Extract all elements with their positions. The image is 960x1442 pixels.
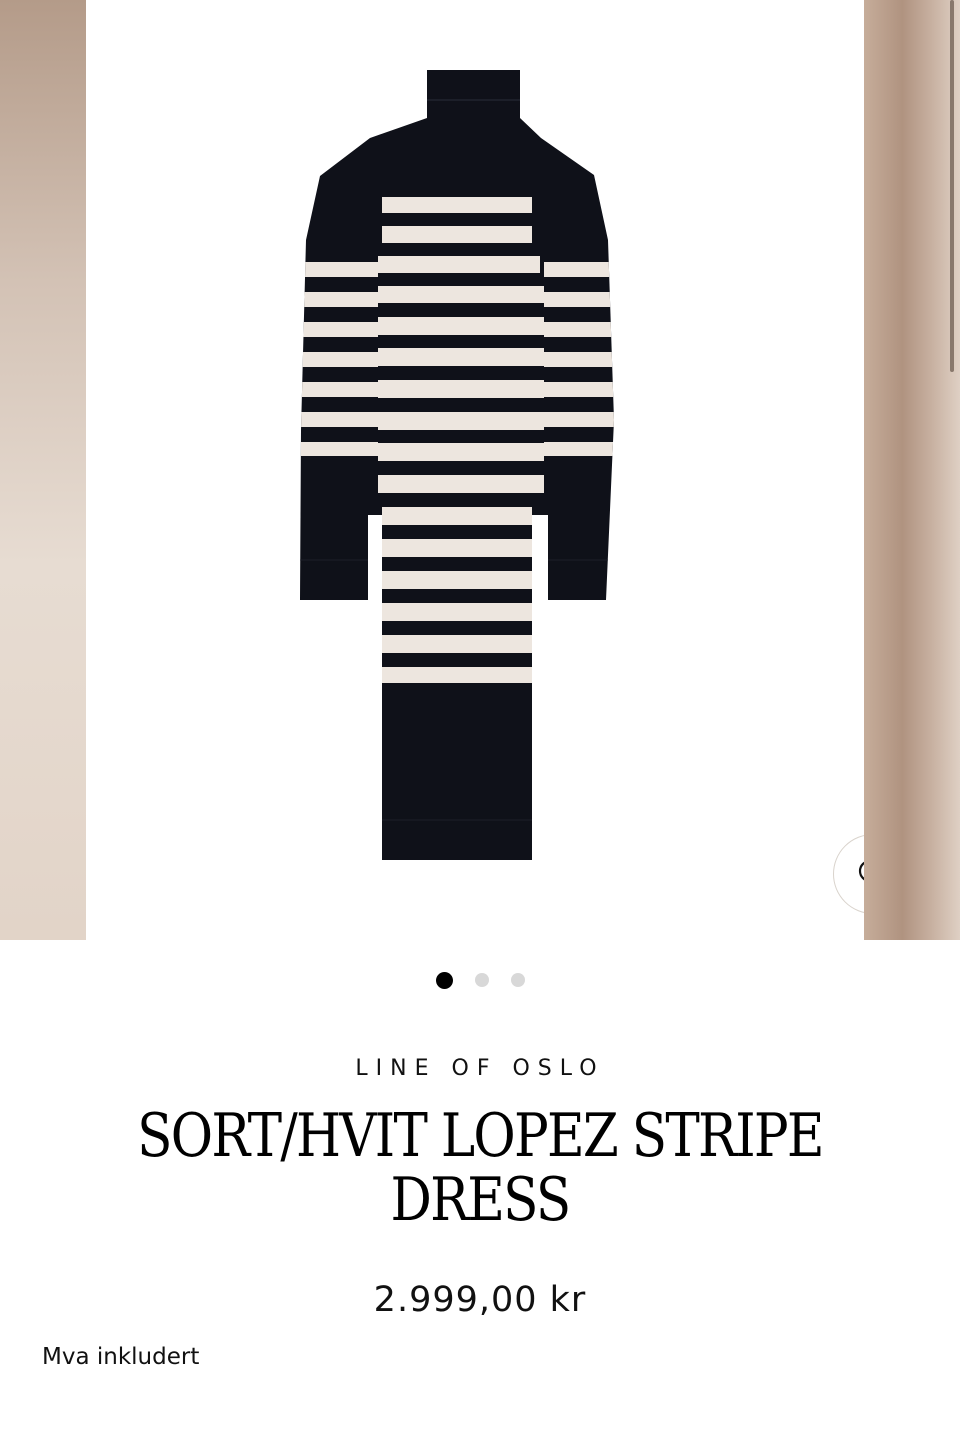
- previous-image-peek[interactable]: [0, 0, 86, 940]
- product-gallery[interactable]: [0, 0, 960, 940]
- vat-note: Mva inkludert: [42, 1344, 200, 1370]
- pagination-dot-3[interactable]: [510, 973, 525, 987]
- gallery-pagination: [0, 970, 960, 990]
- scrollbar[interactable]: [950, 0, 954, 372]
- next-image-peek[interactable]: [864, 0, 960, 940]
- pagination-dot-1[interactable]: [435, 971, 453, 989]
- product-image[interactable]: [86, 0, 913, 940]
- brand-name[interactable]: LINE OF OSLO: [0, 1056, 960, 1081]
- pagination-dot-2[interactable]: [474, 973, 489, 987]
- product-title: SORT/HVIT LOPEZ STRIPE DRESS: [137, 1101, 824, 1235]
- product-price: 2.999,00 kr: [373, 1280, 587, 1320]
- dress-illustration: [300, 70, 614, 860]
